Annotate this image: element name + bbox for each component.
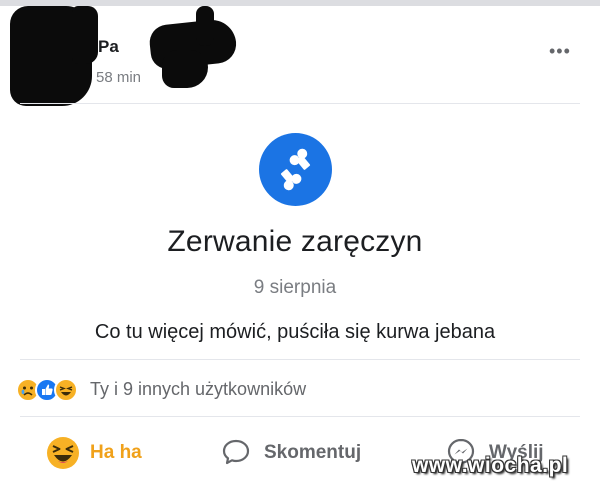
post-author-name[interactable]: Pa [98, 37, 119, 57]
comment-bubble-icon [222, 439, 250, 465]
haha-reaction-icon [54, 378, 78, 402]
haha-emoji-icon [47, 437, 79, 469]
watermark: www.wiocha.pl [412, 454, 569, 477]
redaction-scribble [72, 6, 98, 64]
post-card: Pa 58 min ••• Zerwanie zaręczyn 9 sierpn… [0, 6, 600, 491]
redaction-scribble [162, 50, 208, 88]
comment-button[interactable]: Skomentuj [220, 436, 361, 470]
divider [20, 416, 580, 417]
divider [20, 359, 580, 360]
life-event-icon [259, 133, 332, 206]
post-message: Co tu więcej mówić, puściła się kurwa je… [94, 321, 496, 343]
event-title: Zerwanie zaręczyn [167, 225, 423, 258]
post-timestamp[interactable]: 58 min [96, 69, 141, 86]
comment-label: Skomentuj [264, 442, 362, 463]
more-options-icon[interactable]: ••• [549, 42, 571, 60]
divider [20, 103, 580, 104]
haha-button[interactable]: Ha ha [46, 436, 142, 470]
event-date: 9 sierpnia [253, 277, 337, 298]
broken-heart-bone-icon [280, 148, 311, 191]
reaction-summary[interactable]: Ty i 9 innych użytkowników [90, 379, 306, 400]
redaction-scribble [196, 6, 214, 46]
haha-label: Ha ha [90, 442, 142, 463]
